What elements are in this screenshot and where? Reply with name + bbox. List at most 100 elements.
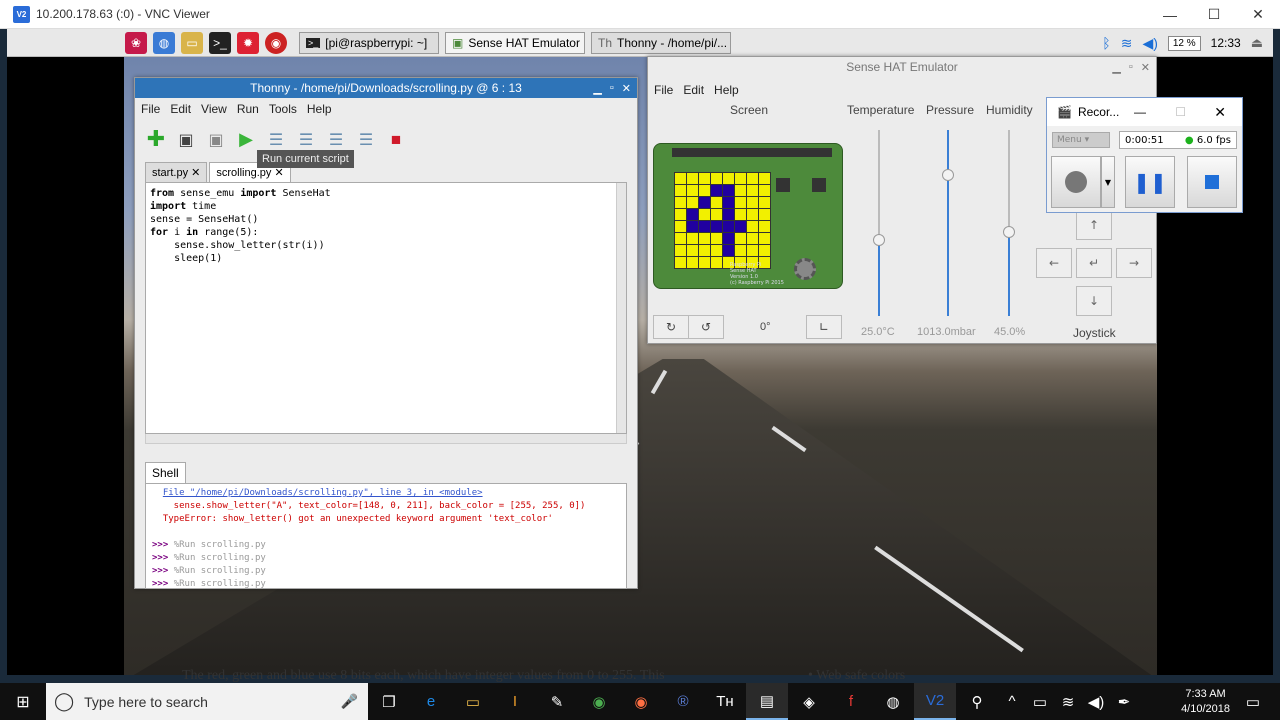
vnc-taskbar-icon[interactable]: V2 [914, 683, 956, 720]
maximize-button[interactable]: ☐ [1192, 0, 1236, 29]
terminal-icon[interactable]: >_ [209, 31, 231, 54]
record-button[interactable] [1051, 156, 1101, 208]
task-terminal[interactable]: >_ [pi@raspberrypi: ~] [299, 31, 439, 54]
pause-button[interactable]: ❚❚ [1125, 156, 1175, 208]
windows-clock[interactable]: 7:33 AM 4/10/2018 [1181, 687, 1230, 717]
app-icon[interactable]: I [494, 683, 536, 720]
close-button[interactable]: ✕ [1236, 0, 1280, 29]
stop-icon[interactable]: ⏹ [385, 127, 407, 151]
recorder-min-button[interactable]: — [1134, 105, 1146, 119]
led-pixel [687, 233, 698, 244]
wifi-icon[interactable]: ≋ [1121, 35, 1133, 52]
pressure-slider[interactable] [942, 169, 954, 181]
file-explorer-icon[interactable]: ▭ [452, 683, 494, 720]
mathematica-icon[interactable]: ✹ [237, 31, 259, 54]
wifi-icon[interactable]: ≋ [1054, 683, 1082, 720]
sense-hat-board: Raspberry Pi Sense HAT Version 1.0 (c) R… [653, 143, 843, 289]
editor-vscroll[interactable] [616, 183, 626, 433]
wolfram-icon[interactable]: ◉ [265, 31, 287, 54]
app-icon[interactable]: ◍ [872, 683, 914, 720]
eject-icon[interactable]: ⏏ [1251, 35, 1263, 51]
thonny-min-button[interactable]: ▁ [593, 82, 601, 95]
menu-run[interactable]: Run [237, 102, 259, 116]
joystick-right-button[interactable]: → [1116, 248, 1152, 278]
terminal-icon: >_ [306, 37, 321, 48]
joystick-enter-button[interactable]: ↵ [1076, 248, 1112, 278]
sense-max-button[interactable]: ▫ [1129, 61, 1133, 73]
app-icon[interactable]: ® [662, 683, 704, 720]
recorder-icon: 🎬 [1057, 105, 1072, 119]
task-sense-hat[interactable]: ▣ Sense HAT Emulator [445, 31, 585, 54]
raspberry-menu-icon[interactable]: ❀ [125, 31, 147, 54]
save-file-icon[interactable]: ▣ [205, 128, 227, 150]
microphone-icon[interactable]: 🎤 [341, 693, 358, 710]
new-file-icon[interactable]: ✚ [145, 127, 167, 152]
pen-icon[interactable]: ✒ [1110, 683, 1138, 720]
battery-icon[interactable]: ▭ [1026, 683, 1054, 720]
folder-icon[interactable]: ▭ [181, 31, 203, 54]
joystick-left-button[interactable]: ← [1036, 248, 1072, 278]
stop-record-button[interactable] [1187, 156, 1237, 208]
recorder-max-button[interactable]: ☐ [1175, 105, 1186, 119]
thonny-taskbar-icon[interactable]: Tн [704, 683, 746, 720]
editor-hscroll[interactable] [145, 434, 627, 444]
led-pixel [711, 245, 722, 256]
task-thonny[interactable]: Th Thonny - /home/pi/... [591, 31, 731, 54]
thonny-titlebar: Thonny - /home/pi/Downloads/scrolling.py… [135, 78, 637, 98]
rotate-cw-button[interactable]: ↻ [653, 315, 689, 339]
volume-icon[interactable]: ◀) [1142, 35, 1157, 52]
record-options-button[interactable]: ▼ [1101, 156, 1115, 208]
start-button[interactable]: ⊞ [0, 683, 46, 720]
sense-menu-edit[interactable]: Edit [683, 83, 704, 97]
task-view-icon[interactable]: ❐ [368, 683, 410, 720]
chrome-icon[interactable]: ◉ [578, 683, 620, 720]
tab-start-py[interactable]: start.py ✕ [145, 162, 208, 182]
menu-tools[interactable]: Tools [269, 102, 297, 116]
thonny-close-button[interactable]: ✕ [622, 82, 631, 95]
rotate-ccw-button[interactable]: ↺ [688, 315, 724, 339]
shell-panel[interactable]: File "/home/pi/Downloads/scrolling.py", … [145, 483, 627, 589]
app-icon[interactable]: ◈ [788, 683, 830, 720]
sense-menu-file[interactable]: File [654, 83, 673, 97]
sense-min-button[interactable]: ▁ [1112, 61, 1120, 74]
minimize-button[interactable]: — [1148, 0, 1192, 29]
menu-file[interactable]: File [141, 102, 160, 116]
tab-close-icon[interactable]: ✕ [191, 167, 200, 179]
shell-tab[interactable]: Shell [145, 462, 186, 483]
volume-icon[interactable]: ◀) [1082, 683, 1110, 720]
edge-icon[interactable]: e [410, 683, 452, 720]
recorder-close-button[interactable]: ✕ [1214, 104, 1226, 121]
code-editor[interactable]: from sense_emu import SenseHat import ti… [145, 182, 627, 434]
joystick-down-button[interactable]: ↓ [1076, 286, 1112, 316]
orientation-button[interactable]: ∟ [806, 315, 842, 339]
recorder-fps: 6.0 fps [1196, 134, 1231, 146]
firefox-icon[interactable]: ◉ [620, 683, 662, 720]
menu-edit[interactable]: Edit [170, 102, 191, 116]
menu-help[interactable]: Help [307, 102, 332, 116]
browser-icon[interactable]: ◍ [153, 31, 175, 54]
humidity-slider[interactable] [1003, 226, 1015, 238]
tab-close-icon[interactable]: ✕ [274, 167, 283, 179]
recorder-menu-dropdown[interactable]: Menu ▾ [1052, 132, 1110, 148]
people-icon[interactable]: ⚲ [956, 683, 998, 720]
bluetooth-icon[interactable]: ᛒ [1102, 35, 1110, 51]
step-over-icon[interactable]: ☰ [295, 128, 317, 150]
led-pixel [723, 209, 734, 220]
menu-view[interactable]: View [201, 102, 227, 116]
chevron-up-icon[interactable]: ^ [998, 683, 1026, 720]
search-box[interactable]: ◯ Type here to search 🎤 [46, 683, 368, 720]
debug-icon[interactable]: ☰ [265, 128, 287, 150]
flash-icon[interactable]: f [830, 683, 872, 720]
sense-menu-help[interactable]: Help [714, 83, 739, 97]
step-out-icon[interactable]: ☰ [355, 128, 377, 150]
open-file-icon[interactable]: ▣ [175, 128, 197, 150]
notification-icon[interactable]: ▭ [1232, 683, 1274, 720]
temperature-slider[interactable] [873, 234, 885, 246]
recorder-taskbar-icon[interactable]: ▤ [746, 683, 788, 720]
app-icon[interactable]: ✎ [536, 683, 578, 720]
sense-close-button[interactable]: ✕ [1141, 61, 1150, 74]
joystick-up-button[interactable]: ↑ [1076, 210, 1112, 240]
thonny-max-button[interactable]: ▫ [610, 82, 614, 94]
step-into-icon[interactable]: ☰ [325, 128, 347, 150]
run-icon[interactable]: ▶ [235, 128, 257, 150]
